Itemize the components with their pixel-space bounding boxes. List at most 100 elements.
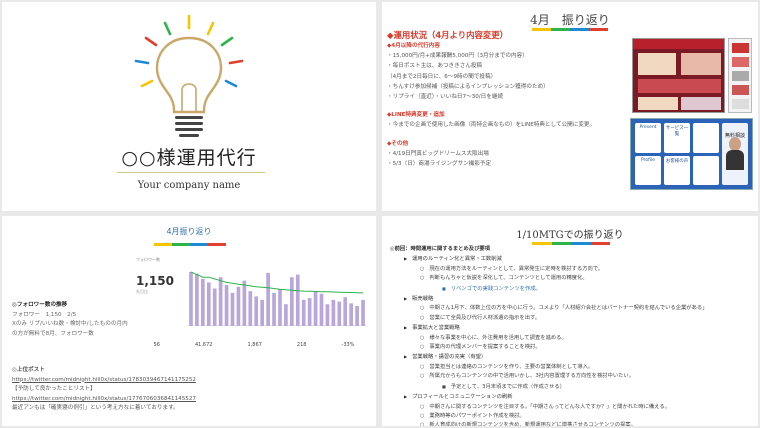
body-line: フォロワー 1,150 2/5 [12, 311, 77, 318]
outline-item: 運用のルーティン化と異常・工数削減 [390, 254, 754, 264]
chart-bar [295, 274, 300, 326]
chart-bar [230, 292, 235, 326]
chart-bar [206, 282, 211, 326]
outline-item: 業務時等のパワーポイント作成を検討。 [390, 412, 754, 421]
subsection-heading: ◆4月以降の代行内容 [387, 43, 440, 49]
slide-title: 1/10MTGでの振り返り [516, 230, 624, 241]
company-name: Your company name [137, 180, 241, 191]
outline-item: 判断もんちゃと仮説を深化して、コンテンツとして運用の精度化。 [390, 274, 754, 283]
chart-bar [307, 298, 312, 326]
section-heading: ◆その他 [387, 140, 409, 147]
chart-bar [278, 289, 282, 326]
slide-april-review[interactable]: 4月 振り返り ◆運用状況（4月より内容変更） ◆4月以降の代行内容 ・15,0… [382, 2, 758, 211]
outline-item: 事業拡大と営業戦略 [390, 323, 754, 333]
chart-bar [189, 271, 193, 326]
slide-title[interactable]: ○○様運用代行 Your company name [2, 2, 376, 211]
stat-value: -33% [341, 342, 355, 348]
body-line: ・ちんすけ参加候補（投稿によるインプレッション獲得のため） [387, 83, 549, 90]
outline-item: 事業内の代理メンバーを提案することを検討。 [390, 343, 754, 352]
menu-tile: Present [635, 123, 661, 153]
chart-bar [361, 299, 365, 326]
notes-heading: ◎フォロワー数の推移 [12, 302, 68, 308]
stat-value: 41,672 [194, 342, 213, 348]
slide-body: ◆運用状況（4月より内容変更） ◆4月以降の代行内容 ・15,000円/月+成果… [387, 30, 625, 169]
chart-bar [343, 297, 348, 326]
post-link[interactable]: https://twitter.com/midnight.hill0x/stat… [12, 395, 372, 405]
menu-tile: Profile [635, 155, 661, 185]
screenshot-thumbnail [632, 38, 725, 113]
chart-bar [337, 301, 342, 326]
outline-item: 営業担当とは連絡のコンテンツを作り、主要の営業体制として導入。 [390, 363, 754, 372]
body-line: ・毎日ポスト主は、あつききさん投稿 [387, 63, 483, 70]
body-line: の方が無料で8月、フォロワー数 [12, 330, 94, 337]
follower-notes: ◎フォロワー数の推移 フォロワー 1,150 2/5 Xのみ リプ/いいね数・検… [12, 301, 137, 339]
menu-tile: サービス一覧 [664, 123, 690, 153]
body-line: ・リプライ（直近）・いいね日7〜30/日を継続 [387, 94, 504, 101]
stat-value: 56 [153, 342, 160, 348]
chart-bar [236, 286, 241, 326]
chart-bar [355, 305, 359, 326]
stat-value: 218 [296, 342, 307, 348]
chart-bar [313, 291, 318, 326]
post-note: 最近アンもは「確実寝の例引」という考え方なに着いております。 [12, 405, 179, 412]
chart-bar [212, 288, 217, 326]
chart-bar [242, 280, 247, 326]
chart-bar [200, 278, 205, 326]
post-note: 【予防して良かったことリスト】 [12, 386, 96, 393]
outline-item: 所属元からもコンテンツの中で活用いかし、3社内容置理する方向性を検討中いたい。 [390, 372, 754, 381]
outline-item: 営業戦略・講習の充実（有望） [390, 352, 754, 362]
chart-bar [289, 277, 294, 326]
chart-bar [349, 303, 354, 326]
outline-item: リベンゴでの実践コンテンツを作成。 [390, 284, 754, 294]
light-bulb-icon [134, 14, 244, 137]
body-line: ・今までの企画で使用した画像（両特企画なもの）をLINE特典として公開に変更。 [387, 122, 596, 129]
body-line: Xのみ リプ/いいね数・検討中/したものの月内 [12, 321, 128, 327]
chart-bar [325, 304, 330, 326]
outline-item: 中期さん1月下、体数上位の方を中心に行う。コメより「人材紹介会社とはパートナー契… [390, 304, 754, 313]
kpi-label: フォロワー数 [136, 257, 160, 262]
body-line: （4月まで2日毎日に、6〜9時の間で投稿） [387, 73, 497, 80]
outline-item: 営業にて全員及び代行人材派遣の指示を出す。 [390, 314, 754, 323]
chart-bar [195, 273, 199, 326]
outline-item: 予定として、3月末頃までに作成（作成させる） [390, 382, 754, 392]
outline-list: ◎前回：時間運用に関するまとめ及び要項運用のルーティン化と異常・工数削減現在の運… [390, 245, 754, 426]
body-line: ・4/19日門真ビッグドリームス大阪出場 [387, 150, 489, 157]
chart-bar [224, 285, 229, 326]
title-divider [117, 172, 265, 173]
chart-bar [218, 277, 223, 326]
slide-main-title: ○○様運用代行 [121, 147, 257, 169]
chart-bar [248, 291, 253, 326]
profile-portrait: 無料相談 [722, 123, 748, 185]
outline-item: 現在の運用方法をルーティンとして、異常発生に定時を検討する方向で。 [390, 265, 754, 274]
section-heading: ◆運用状況（4月より内容変更） [387, 30, 508, 40]
chart-bar [284, 304, 288, 326]
follower-chart [188, 271, 366, 326]
outline-item: 中期さんに関するコンテンツを注目する。「中期さんってどんな人ですか？」と聞かれた… [390, 403, 754, 412]
body-line: ・5/3（日）商湯ライジングサン撮影予定 [387, 161, 492, 168]
slide-mtg-review[interactable]: 1/10MTGでの振り返り ◎前回：時間運用に関するまとめ及び要項運用のルーティ… [382, 216, 758, 426]
chart-bar [301, 299, 306, 326]
chart-trend-line [190, 271, 364, 294]
screenshot-thumbnail-side [728, 38, 752, 113]
chart-bar [331, 299, 336, 326]
outline-item: 販売戦略 [390, 294, 754, 304]
slide-title: 4月振り返り [166, 227, 212, 236]
chart-bar [319, 293, 324, 326]
posts-heading: ◎上位ポスト [12, 367, 45, 373]
kpi-sublabel: 先月比 [136, 289, 148, 294]
slide-april-stats[interactable]: 4月振り返り フォロワー数 1,150 先月比 56 41,672 1,867 … [2, 216, 376, 426]
stat-value: 1,867 [247, 342, 262, 348]
body-line: ・15,000円/月+成果報酬5,000円（3月分までの内容） [387, 53, 528, 60]
chart-bar [260, 299, 265, 326]
menu-tile [693, 123, 719, 153]
stats-row: 56 41,672 1,867 218 -33% [136, 334, 372, 348]
top-posts: ◎上位ポスト https://twitter.com/midnight.hill… [12, 366, 372, 414]
outline-item: 様々な事業を中心に、外注費用を活用して調査を進める。 [390, 334, 754, 343]
outline-item: ◎前回：時間運用に関するまとめ及び要項 [390, 246, 490, 252]
rainbow-underline [154, 243, 226, 246]
chart-bar [254, 296, 259, 326]
line-rich-menu-thumbnail: Present サービス一覧 無料相談 Profile お客様の声 [630, 118, 753, 190]
outline-item: プロフィールとコミュニケーションの刷新 [390, 392, 754, 402]
chart-bar [272, 292, 276, 326]
post-link[interactable]: https://twitter.com/midnight.hill0x/stat… [12, 376, 372, 386]
